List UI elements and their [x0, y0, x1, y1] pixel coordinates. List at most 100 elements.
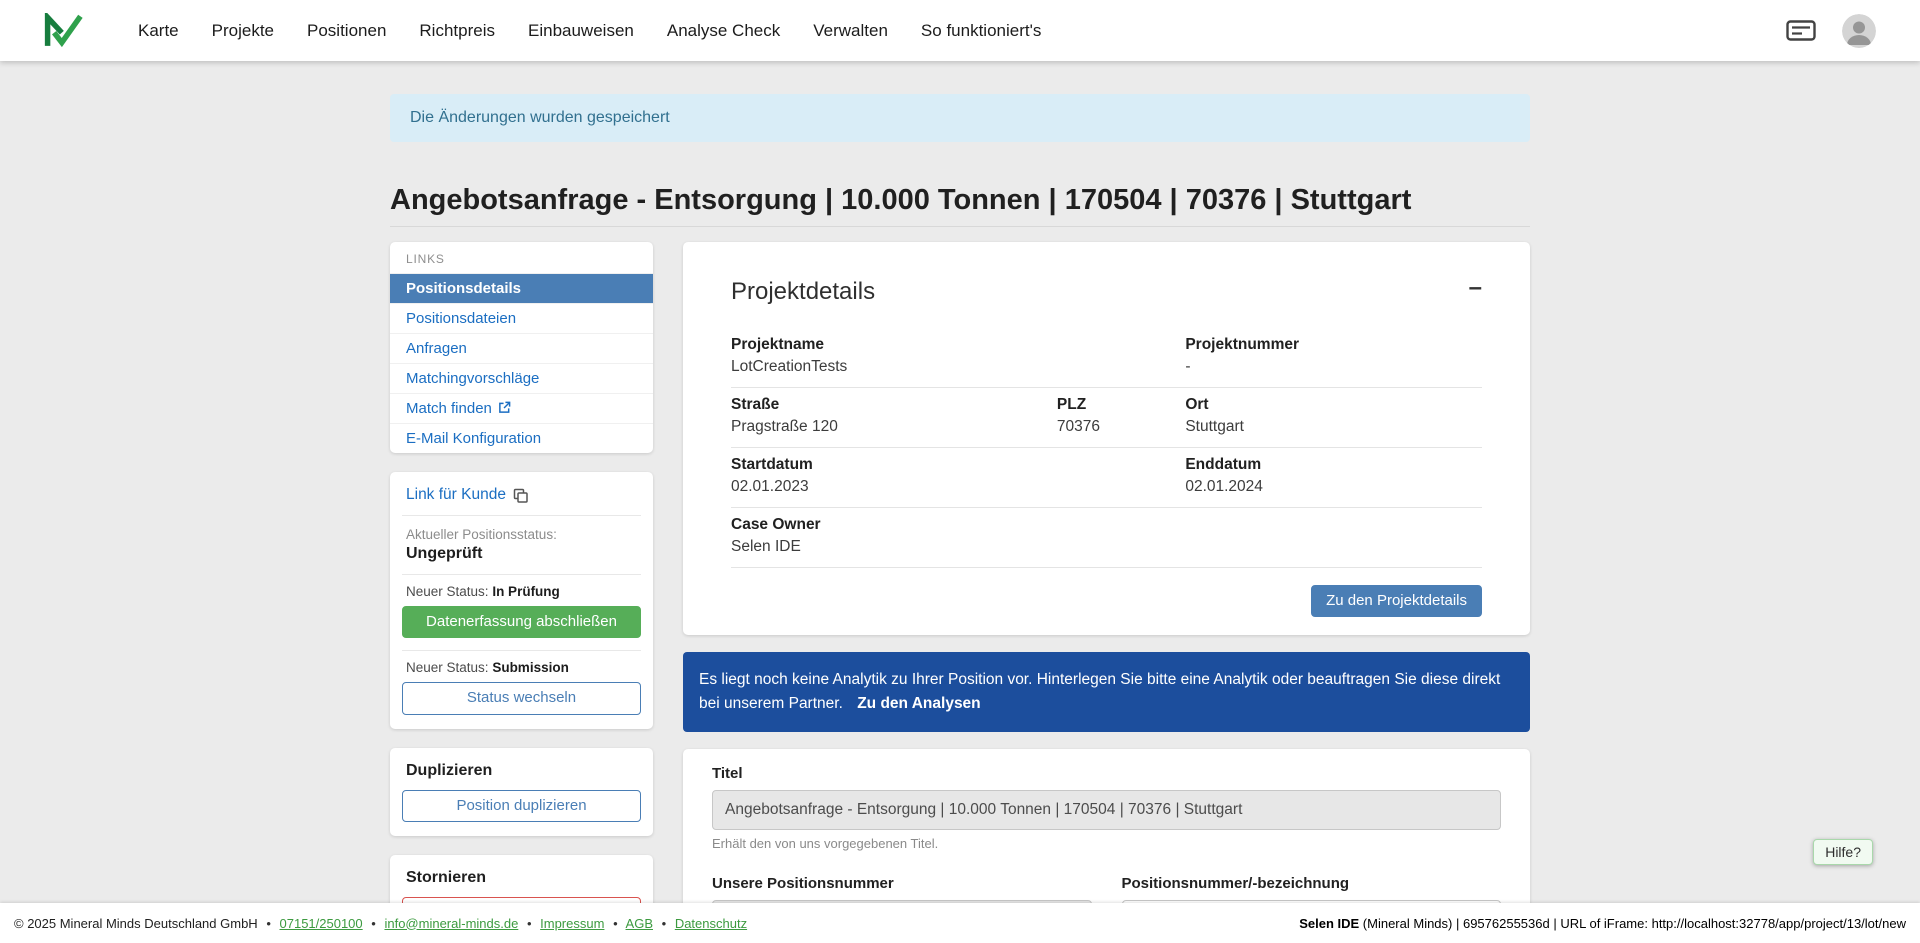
field-projektname: Projektname LotCreationTests	[731, 336, 1057, 376]
session-details: (Mineral Minds) | 69576255536d | URL of …	[1363, 916, 1906, 931]
nav-item-analyse-check[interactable]: Analyse Check	[667, 21, 780, 41]
field-projektnummer: Projektnummer -	[1185, 336, 1482, 376]
field-value: LotCreationTests	[731, 358, 1057, 376]
sidebar-item-positionsdateien[interactable]: Positionsdateien	[390, 303, 653, 333]
field-enddatum: Enddatum 02.01.2024	[1185, 456, 1482, 496]
titel-label: Titel	[712, 765, 1501, 782]
alert-message: Die Änderungen wurden gespeichert	[410, 109, 670, 126]
nav-item-karte[interactable]: Karte	[138, 21, 179, 41]
main-nav: Karte Projekte Positionen Richtpreis Ein…	[138, 21, 1041, 41]
titel-helper: Erhält den von uns vorgegebenen Titel.	[712, 836, 1501, 851]
duplicate-position-button[interactable]: Position duplizieren	[402, 790, 641, 822]
separator: •	[527, 916, 532, 931]
server-icon[interactable]	[1786, 20, 1816, 41]
current-status-label: Aktueller Positionsstatus:	[406, 527, 637, 542]
switch-status-button[interactable]: Status wechseln	[402, 682, 641, 714]
field-label: Enddatum	[1185, 456, 1482, 474]
separator: •	[371, 916, 376, 931]
banner-text: Es liegt noch keine Analytik zu Ihrer Po…	[699, 671, 1500, 712]
footer-datenschutz-link[interactable]: Datenschutz	[675, 916, 747, 931]
field-label: Case Owner	[731, 516, 1057, 534]
new-status-1: Neuer Status: In Prüfung	[406, 584, 637, 599]
session-info: Selen IDE (Mineral Minds) | 69576255536d…	[1299, 916, 1906, 931]
positionsnummer-label: Positionsnummer/-bezeichnung	[1122, 875, 1502, 892]
field-value: 70376	[1057, 418, 1185, 436]
project-actions: Zu den Projektdetails	[731, 568, 1482, 617]
new-status-2-prefix: Neuer Status:	[406, 660, 489, 675]
sidebar: LINKS Positionsdetails Positionsdateien …	[390, 242, 653, 943]
sidebar-item-match-finden[interactable]: Match finden	[390, 393, 653, 423]
field-ort: Ort Stuttgart	[1185, 396, 1482, 436]
divider	[402, 650, 641, 651]
project-details-button[interactable]: Zu den Projektdetails	[1311, 585, 1482, 617]
navbar-right	[1786, 14, 1876, 48]
project-row: Straße Pragstraße 120 PLZ 70376 Ort Stut…	[731, 388, 1482, 448]
unsere-positionsnummer-label: Unsere Positionsnummer	[712, 875, 1092, 892]
project-row: Projektname LotCreationTests Projektnumm…	[731, 328, 1482, 388]
links-header: LINKS	[390, 242, 653, 273]
status-card: Link für Kunde Aktueller Positionsstatus…	[390, 472, 653, 729]
field-label: Startdatum	[731, 456, 1057, 474]
sidebar-item-email-konfiguration[interactable]: E-Mail Konfiguration	[390, 423, 653, 453]
cancel-title: Stornieren	[406, 869, 637, 887]
field-label: Projektname	[731, 336, 1057, 354]
customer-link-row: Link für Kunde	[402, 482, 641, 516]
success-alert: Die Änderungen wurden gespeichert	[390, 94, 1530, 142]
nav-item-so-funktionierts[interactable]: So funktioniert's	[921, 21, 1041, 41]
help-button[interactable]: Hilfe?	[1813, 839, 1873, 865]
sidebar-item-matchingvorschlaege[interactable]: Matchingvorschläge	[390, 363, 653, 393]
duplicate-title: Duplizieren	[406, 762, 637, 780]
current-status-value: Ungeprüft	[406, 545, 637, 563]
field-label: Ort	[1185, 396, 1482, 414]
divider	[402, 574, 641, 575]
title-divider	[390, 226, 1530, 227]
user-avatar[interactable]	[1842, 14, 1876, 48]
complete-data-entry-button[interactable]: Datenerfassung abschließen	[402, 606, 641, 638]
footer-email-link[interactable]: info@mineral-minds.de	[384, 916, 518, 931]
project-details-header: Projektdetails –	[731, 278, 1482, 306]
field-plz: PLZ 70376	[1057, 396, 1185, 436]
nav-item-richtpreis[interactable]: Richtpreis	[419, 21, 495, 41]
nav-item-verwalten[interactable]: Verwalten	[813, 21, 888, 41]
project-row: Startdatum 02.01.2023 Enddatum 02.01.202…	[731, 448, 1482, 508]
field-value: -	[1185, 358, 1482, 376]
links-card: LINKS Positionsdetails Positionsdateien …	[390, 242, 653, 453]
page-title: Angebotsanfrage - Entsorgung | 10.000 To…	[390, 184, 1530, 217]
new-status-2-value: Submission	[492, 660, 569, 675]
collapse-button[interactable]: –	[1469, 278, 1482, 297]
footer-left: © 2025 Mineral Minds Deutschland GmbH • …	[14, 916, 747, 931]
titel-input	[712, 790, 1501, 830]
field-value: Selen IDE	[731, 538, 1057, 556]
field-value: 02.01.2024	[1185, 478, 1482, 496]
field-label: Projektnummer	[1185, 336, 1482, 354]
server-icon-glyph	[1786, 20, 1816, 41]
customer-link-label: Link für Kunde	[406, 486, 506, 504]
analytics-link[interactable]: Zu den Analysen	[857, 695, 980, 712]
page-container: Die Änderungen wurden gespeichert Angebo…	[390, 0, 1530, 943]
footer-impressum-link[interactable]: Impressum	[540, 916, 604, 931]
field-value: Stuttgart	[1185, 418, 1482, 436]
field-strasse: Straße Pragstraße 120	[731, 396, 1057, 436]
session-user: Selen IDE	[1299, 916, 1359, 931]
sidebar-item-positionsdetails[interactable]: Positionsdetails	[390, 273, 653, 303]
footer-agb-link[interactable]: AGB	[626, 916, 653, 931]
new-status-1-prefix: Neuer Status:	[406, 584, 489, 599]
customer-link[interactable]: Link für Kunde	[406, 486, 528, 504]
nav-item-positionen[interactable]: Positionen	[307, 21, 386, 41]
project-details-title: Projektdetails	[731, 278, 875, 306]
content-row: LINKS Positionsdetails Positionsdateien …	[390, 242, 1530, 943]
mineral-minds-logo[interactable]	[44, 13, 84, 48]
main-column: Projektdetails – Projektname LotCreation…	[683, 242, 1530, 943]
sidebar-item-anfragen[interactable]: Anfragen	[390, 333, 653, 363]
analytics-banner: Es liegt noch keine Analytik zu Ihrer Po…	[683, 652, 1530, 732]
nav-item-einbauweisen[interactable]: Einbauweisen	[528, 21, 634, 41]
field-startdatum: Startdatum 02.01.2023	[731, 456, 1057, 496]
titel-field: Titel Erhält den von uns vorgegebenen Ti…	[712, 765, 1501, 851]
separator: •	[662, 916, 667, 931]
field-case-owner: Case Owner Selen IDE	[731, 516, 1057, 556]
footer-phone-link[interactable]: 07151/250100	[280, 916, 363, 931]
match-finden-label: Match finden	[406, 400, 492, 417]
project-row: Case Owner Selen IDE	[731, 508, 1482, 568]
field-value: Pragstraße 120	[731, 418, 1057, 436]
nav-item-projekte[interactable]: Projekte	[212, 21, 274, 41]
